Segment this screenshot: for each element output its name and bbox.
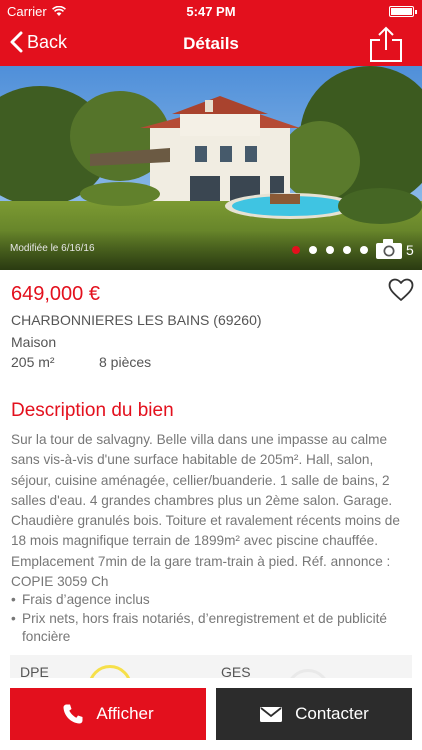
pager-dot[interactable] [326, 246, 334, 254]
room-count: 8 pièces [99, 354, 152, 370]
back-label: Back [27, 31, 68, 52]
pager-dot[interactable] [360, 246, 368, 254]
pager-dot[interactable] [309, 246, 317, 254]
navigation-bar: Back Détails [0, 22, 422, 66]
call-button-label: Afficher [96, 704, 154, 723]
location: CHARBONNIERES LES BAINS (69260) [11, 312, 262, 328]
surface-area: 205 m² [11, 354, 55, 370]
pager-dot[interactable] [343, 246, 351, 254]
bottom-action-bar: Afficher Contacter [0, 678, 422, 750]
photo-pager[interactable] [292, 246, 368, 254]
description-text: Sur la tour de salvagny. Belle villa dan… [11, 432, 400, 590]
camera-icon [376, 239, 402, 259]
phone-icon [63, 704, 83, 724]
property-type: Maison [11, 334, 57, 350]
list-item: Frais d’agence inclus [11, 591, 413, 610]
call-button[interactable]: Afficher [10, 688, 206, 740]
clock: 5:47 PM [186, 4, 236, 19]
description-heading: Description du bien [11, 400, 174, 421]
battery-icon [389, 6, 417, 17]
mail-icon [260, 706, 283, 722]
list-item: Prix nets, hors frais notariés, d’enregi… [11, 610, 413, 647]
pager-dot[interactable] [292, 246, 300, 254]
fees-list: Frais d’agence inclus Prix nets, hors fr… [11, 591, 413, 647]
heart-icon[interactable] [388, 278, 414, 302]
share-icon[interactable] [368, 26, 404, 62]
price: 649,000 € [11, 283, 100, 305]
photo-gallery[interactable]: Modifiée le 6/16/16 5 [0, 66, 422, 270]
modified-date: Modifiée le 6/16/16 [10, 243, 95, 254]
status-bar: Carrier 5:47 PM [0, 0, 422, 22]
back-chevron-icon [10, 31, 23, 53]
contact-button[interactable]: Contacter [216, 688, 412, 740]
photo-count: 5 [406, 242, 414, 258]
contact-button-label: Contacter [295, 704, 369, 723]
back-button[interactable]: Back [10, 31, 67, 53]
